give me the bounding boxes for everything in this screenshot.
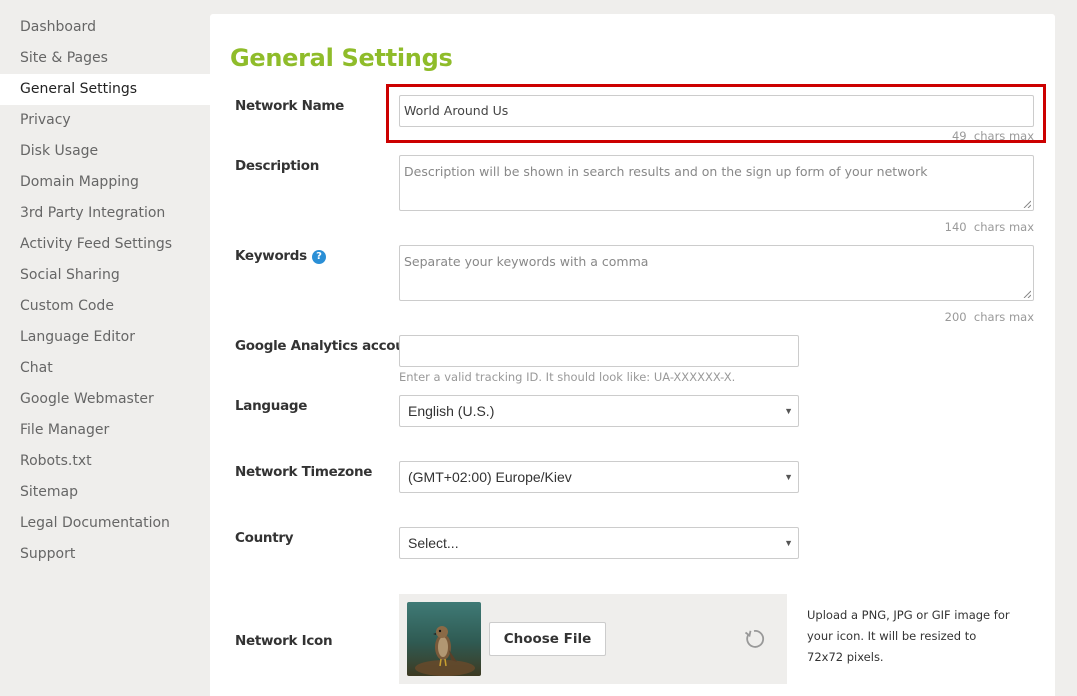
description-placeholder: Description will be shown in search resu… — [404, 164, 928, 179]
icon-upload-area: Choose File Upload a PNG, JPG or GIF ima… — [399, 594, 1034, 684]
description-counter: 140 chars max — [945, 220, 1034, 234]
keywords-textarea[interactable]: Separate your keywords with a comma — [399, 245, 1034, 301]
analytics-hint: Enter a valid tracking ID. It should loo… — [399, 370, 736, 384]
question-circle-icon[interactable]: ? — [311, 250, 326, 264]
description-counter-unit: chars max — [973, 220, 1034, 234]
network-name-input[interactable]: World Around Us — [399, 95, 1034, 127]
sidebar-item-chat[interactable]: Chat — [0, 353, 210, 384]
main-panel: General Settings Network Name World Arou… — [210, 14, 1055, 696]
analytics-input[interactable] — [399, 335, 799, 367]
network-name-counter: 49 chars max — [952, 129, 1034, 143]
network-name-counter-num: 49 — [951, 129, 967, 143]
description-textarea[interactable]: Description will be shown in search resu… — [399, 155, 1034, 211]
country-label: Country — [235, 530, 294, 546]
network-icon-thumbnail — [407, 602, 481, 676]
resize-grip-icon[interactable] — [1023, 290, 1031, 298]
icon-preview-area: Choose File — [399, 594, 787, 684]
language-label: Language — [235, 398, 308, 414]
sidebar-item-sitemap[interactable]: Sitemap — [0, 477, 210, 508]
keywords-placeholder: Separate your keywords with a comma — [404, 254, 649, 269]
keywords-label-row: Keywords? — [235, 248, 326, 264]
sidebar-item-disk-usage[interactable]: Disk Usage — [0, 136, 210, 167]
timezone-label: Network Timezone — [235, 464, 373, 480]
sidebar-item-custom-code[interactable]: Custom Code — [0, 291, 210, 322]
page-title: General Settings — [230, 44, 453, 72]
bird-image — [407, 602, 481, 676]
sidebar-item-general-settings[interactable]: General Settings — [0, 74, 210, 105]
timezone-select[interactable]: (GMT+02:00) Europe/Kiev ▼ — [399, 461, 799, 493]
network-name-counter-unit: chars max — [973, 129, 1034, 143]
country-select[interactable]: Select... ▼ — [399, 527, 799, 559]
network-icon-label: Network Icon — [235, 633, 333, 649]
dropdown-arrow-icon: ▼ — [784, 538, 793, 548]
timezone-selected: (GMT+02:00) Europe/Kiev — [408, 469, 572, 485]
country-selected: Select... — [408, 535, 459, 551]
keywords-counter: 200 chars max — [945, 310, 1034, 324]
sidebar-item-activity-feed-settings[interactable]: Activity Feed Settings — [0, 229, 210, 260]
keywords-counter-num: 200 — [944, 310, 967, 324]
network-name-label: Network Name — [235, 98, 345, 114]
sidebar-item-robots-txt[interactable]: Robots.txt — [0, 446, 210, 477]
language-select[interactable]: English (U.S.) ▼ — [399, 395, 799, 427]
language-selected: English (U.S.) — [408, 403, 495, 419]
keywords-counter-unit: chars max — [973, 310, 1034, 324]
sidebar-item-language-editor[interactable]: Language Editor — [0, 322, 210, 353]
sidebar-item-social-sharing[interactable]: Social Sharing — [0, 260, 210, 291]
sidebar-item-google-webmaster[interactable]: Google Webmaster — [0, 384, 210, 415]
sidebar-item-legal-documentation[interactable]: Legal Documentation — [0, 508, 210, 539]
sidebar-item-support[interactable]: Support — [0, 539, 210, 570]
dropdown-arrow-icon: ▼ — [784, 406, 793, 416]
upload-help-text: Upload a PNG, JPG or GIF image for your … — [787, 594, 1034, 684]
resize-grip-icon[interactable] — [1023, 200, 1031, 208]
dropdown-arrow-icon: ▼ — [784, 472, 793, 482]
reset-icon[interactable] — [742, 627, 766, 651]
sidebar-item-privacy[interactable]: Privacy — [0, 105, 210, 136]
sidebar-item-3rd-party-integration[interactable]: 3rd Party Integration — [0, 198, 210, 229]
analytics-label: Google Analytics account — [235, 338, 421, 354]
sidebar-item-file-manager[interactable]: File Manager — [0, 415, 210, 446]
choose-file-button[interactable]: Choose File — [489, 622, 606, 656]
keywords-label: Keywords — [235, 248, 307, 264]
sidebar-item-domain-mapping[interactable]: Domain Mapping — [0, 167, 210, 198]
description-counter-num: 140 — [944, 220, 967, 234]
sidebar-item-site-pages[interactable]: Site & Pages — [0, 43, 210, 74]
description-label: Description — [235, 158, 320, 174]
sidebar-item-dashboard[interactable]: Dashboard — [0, 12, 210, 43]
sidebar: Dashboard Site & Pages General Settings Pri… — [0, 12, 210, 570]
